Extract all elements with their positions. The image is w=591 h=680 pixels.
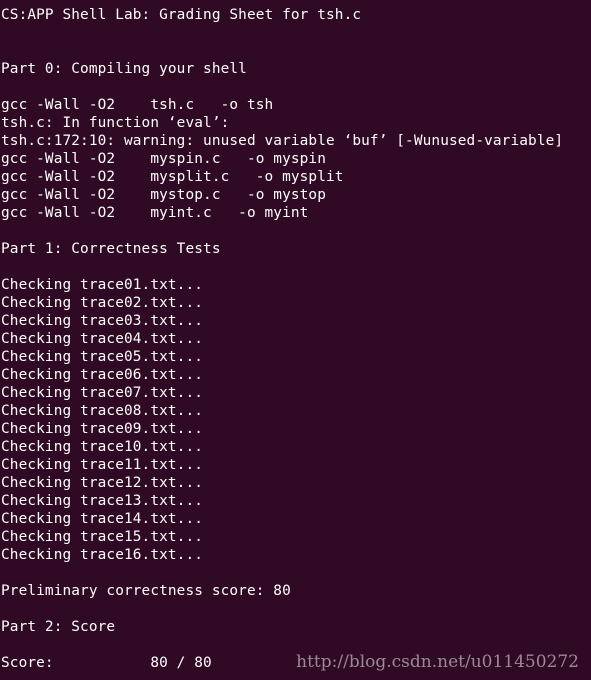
trace-check-line: Checking trace07.txt... <box>1 385 204 401</box>
trace-check-line: Checking trace03.txt... <box>1 313 204 329</box>
trace-check-line: Checking trace01.txt... <box>1 277 204 293</box>
compile-line: gcc -Wall -O2 mystop.c -o mystop <box>1 187 327 203</box>
compile-line: gcc -Wall -O2 mysplit.c -o mysplit <box>1 169 344 185</box>
compile-line: gcc -Wall -O2 myint.c -o myint <box>1 205 309 221</box>
terminal-output[interactable]: CS:APP Shell Lab: Grading Sheet for tsh.… <box>1 6 591 672</box>
compile-line: gcc -Wall -O2 myspin.c -o myspin <box>1 151 327 167</box>
csdn-watermark: http://blog.csdn.net/u011450272 <box>296 652 579 672</box>
trace-check-line: Checking trace13.txt... <box>1 493 204 509</box>
trace-check-line: Checking trace09.txt... <box>1 421 204 437</box>
trace-check-line: Checking trace06.txt... <box>1 367 204 383</box>
part2-heading: Part 2: Score <box>1 619 116 635</box>
part1-heading: Part 1: Correctness Tests <box>1 241 221 257</box>
part0-heading: Part 0: Compiling your shell <box>1 61 247 77</box>
compile-line: tsh.c: In function ‘eval’: <box>1 115 230 131</box>
compile-warning-line: tsh.c:172:10: warning: unused variable ‘… <box>1 133 564 149</box>
trace-check-line: Checking trace12.txt... <box>1 475 204 491</box>
trace-check-line: Checking trace04.txt... <box>1 331 204 347</box>
preliminary-score-line: Preliminary correctness score: 80 <box>1 583 291 599</box>
trace-check-line: Checking trace05.txt... <box>1 349 204 365</box>
trace-check-line: Checking trace02.txt... <box>1 295 204 311</box>
trace-check-line: Checking trace15.txt... <box>1 529 204 545</box>
trace-check-line: Checking trace16.txt... <box>1 547 204 563</box>
trace-check-line: Checking trace10.txt... <box>1 439 204 455</box>
trace-check-line: Checking trace14.txt... <box>1 511 204 527</box>
trace-check-line: Checking trace11.txt... <box>1 457 204 473</box>
compile-line: gcc -Wall -O2 tsh.c -o tsh <box>1 97 274 113</box>
grading-sheet-header: CS:APP Shell Lab: Grading Sheet for tsh.… <box>1 7 362 23</box>
trace-check-line: Checking trace08.txt... <box>1 403 204 419</box>
